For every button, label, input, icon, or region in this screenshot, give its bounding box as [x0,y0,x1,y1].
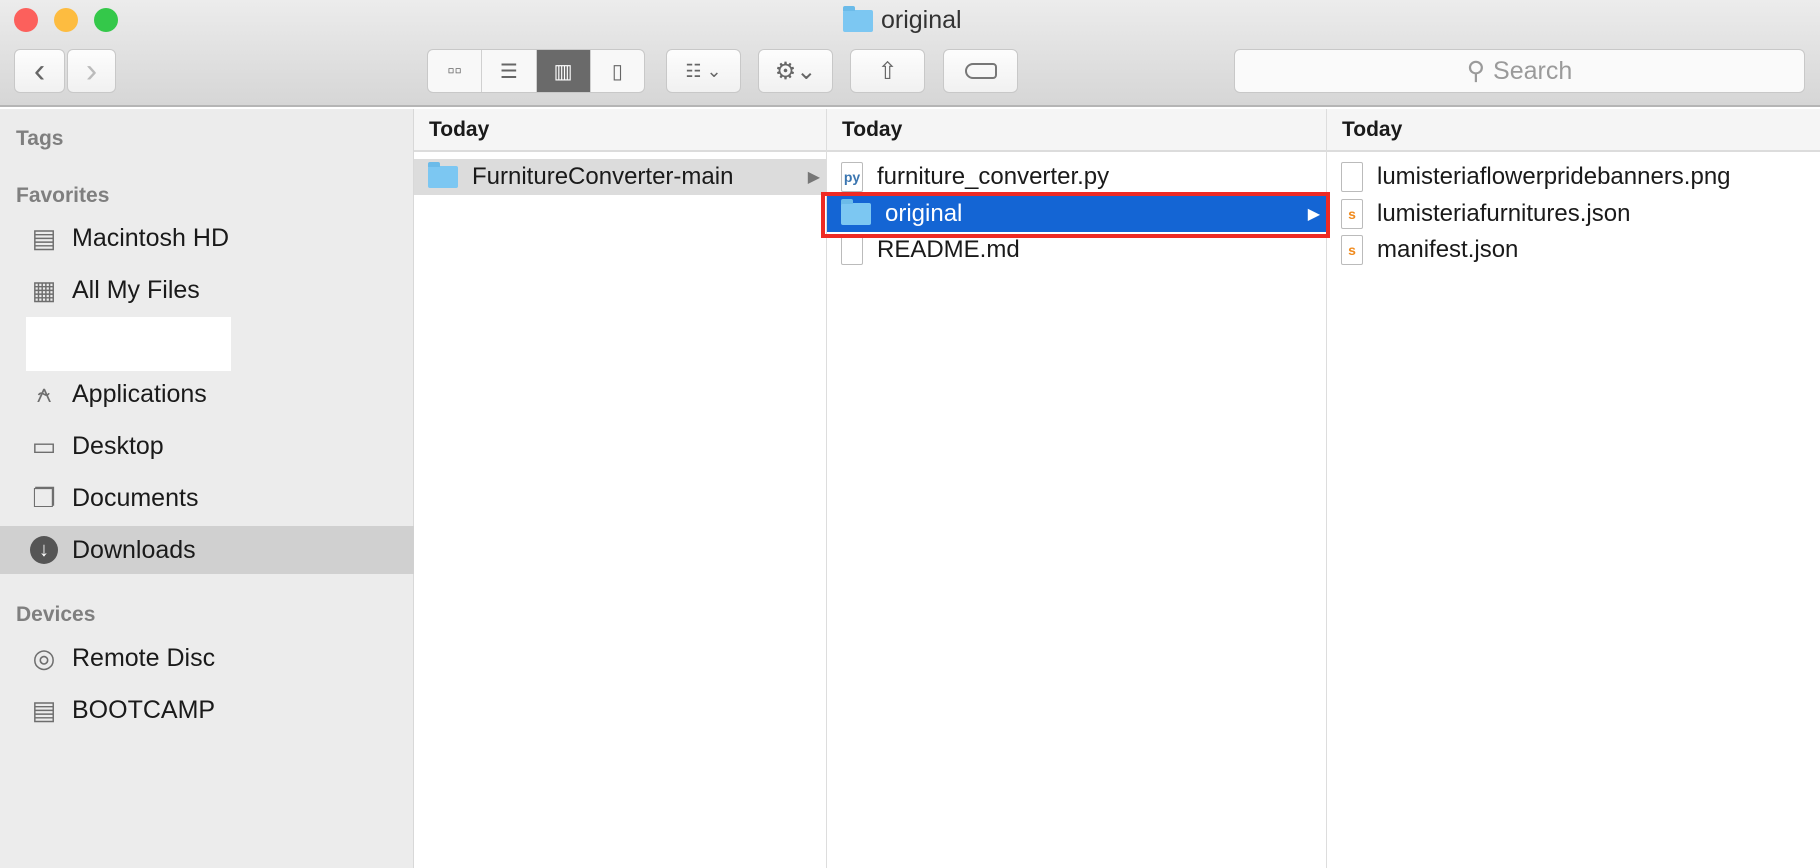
column-1: Today FurnitureConverter-main ▶ [414,109,827,868]
sidebar-item-all-my-files[interactable]: ▦ All My Files [0,267,414,313]
sidebar: Tags Favorites ▤ Macintosh HD ▦ All My Fil… [0,109,414,868]
search-placeholder: Search [1493,56,1573,85]
action-button[interactable]: ⚙⌄ [758,49,833,93]
title-text: original [881,6,962,34]
sidebar-item-macintosh-hd[interactable]: ▤ Macintosh HD [0,215,414,261]
minimize-button[interactable] [54,8,78,32]
all-files-icon: ▦ [31,274,57,305]
share-button[interactable]: ⇧ [850,49,925,93]
search-input[interactable]: ⚲ Search [1234,49,1805,93]
applications-icon: ⍲ [36,378,52,408]
list-item-selected[interactable]: original ▶ [827,196,1326,232]
cover-flow-button[interactable]: ▯ [591,50,644,92]
downloads-icon: ↓ [30,536,58,564]
list-item[interactable]: FurnitureConverter-main ▶ [414,159,826,195]
list-item[interactable]: lumisteriaflowerpridebanners.png [1327,159,1820,195]
column-header[interactable]: Today [827,109,1326,152]
item-name: original [885,200,963,227]
close-button[interactable] [14,8,38,32]
json-file-icon: s [1341,199,1363,229]
column-header[interactable]: Today [1327,109,1820,152]
item-name: furniture_converter.py [877,163,1110,190]
json-file-icon: s [1341,235,1363,265]
chevron-right-icon: ▶ [807,169,820,186]
column-view-button[interactable]: ▥ [536,50,591,92]
hard-drive-icon: ▤ [31,694,57,725]
sidebar-item-bootcamp[interactable]: ▤ BOOTCAMP [0,687,414,733]
list-item[interactable]: s lumisteriafurnitures.json [1327,196,1820,232]
sidebar-item-label: Downloads [72,535,196,564]
forward-button[interactable]: › [67,49,116,93]
item-name: FurnitureConverter-main [472,163,734,190]
redacted-item [26,317,231,371]
disc-icon: ◎ [32,642,56,673]
folder-icon [843,5,873,32]
list-view-button[interactable]: ☰ [482,50,537,92]
sidebar-item-label: BOOTCAMP [72,695,216,724]
arrange-button[interactable]: ☷ ⌄ [666,49,741,93]
devices-header: Devices [16,603,96,626]
sidebar-item-remote-disc[interactable]: ◎ Remote Disc [0,635,414,681]
file-icon [841,235,863,265]
sidebar-item-label: Documents [72,483,199,512]
zoom-button[interactable] [94,8,118,32]
sidebar-item-documents[interactable]: ❐ Documents [0,475,414,521]
item-name: manifest.json [1377,236,1519,263]
icon-view-button[interactable]: ▫▫ [428,50,483,92]
list-item[interactable]: README.md [827,232,1326,268]
tags-header[interactable]: Tags [16,127,63,151]
image-file-icon [1341,162,1363,192]
column-header[interactable]: Today [414,109,826,152]
column-3: Today lumisteriaflowerpridebanners.png s… [1327,109,1820,868]
folder-icon [428,162,458,188]
toolbar: original ‹ › ▫▫ ☰ ▥ ▯ ☷ ⌄ ⚙⌄ ⇧ ⚲ Search [0,0,1820,107]
desktop-icon: ▭ [31,430,57,461]
tags-button[interactable] [943,49,1018,93]
list-item[interactable]: s manifest.json [1327,232,1820,268]
arrange-icon: ☷ ⌄ [685,60,722,81]
hard-drive-icon: ▤ [31,222,57,253]
sidebar-item-label: Remote Disc [72,643,216,672]
sidebar-item-label: Macintosh HD [72,223,229,252]
favorites-header: Favorites [16,184,110,207]
search-icon: ⚲ [1466,57,1486,85]
chevron-right-icon: ▶ [1307,206,1320,223]
sidebar-item-applications[interactable]: ⍲ Applications [0,371,414,417]
column-2: Today py furniture_converter.py original ▶… [827,109,1327,868]
python-file-icon: py [841,162,863,192]
item-name: lumisteriafurnitures.json [1377,200,1631,227]
item-name: README.md [877,236,1020,263]
sidebar-item-label: Applications [72,379,207,408]
list-item[interactable]: py furniture_converter.py [827,159,1326,195]
documents-icon: ❐ [32,482,56,513]
view-mode-group: ▫▫ ☰ ▥ ▯ [427,49,645,93]
sidebar-item-desktop[interactable]: ▭ Desktop [0,423,414,469]
folder-icon [841,199,871,225]
back-button[interactable]: ‹ [14,49,65,93]
share-icon: ⇧ [877,57,898,85]
gear-icon: ⚙⌄ [774,57,817,85]
window-title: original [843,5,962,35]
item-name: lumisteriaflowerpridebanners.png [1377,163,1731,190]
sidebar-item-label: Desktop [72,431,164,460]
sidebar-item-label: All My Files [72,275,200,304]
tag-icon [964,63,997,79]
sidebar-item-downloads[interactable]: ↓ Downloads [0,526,414,574]
